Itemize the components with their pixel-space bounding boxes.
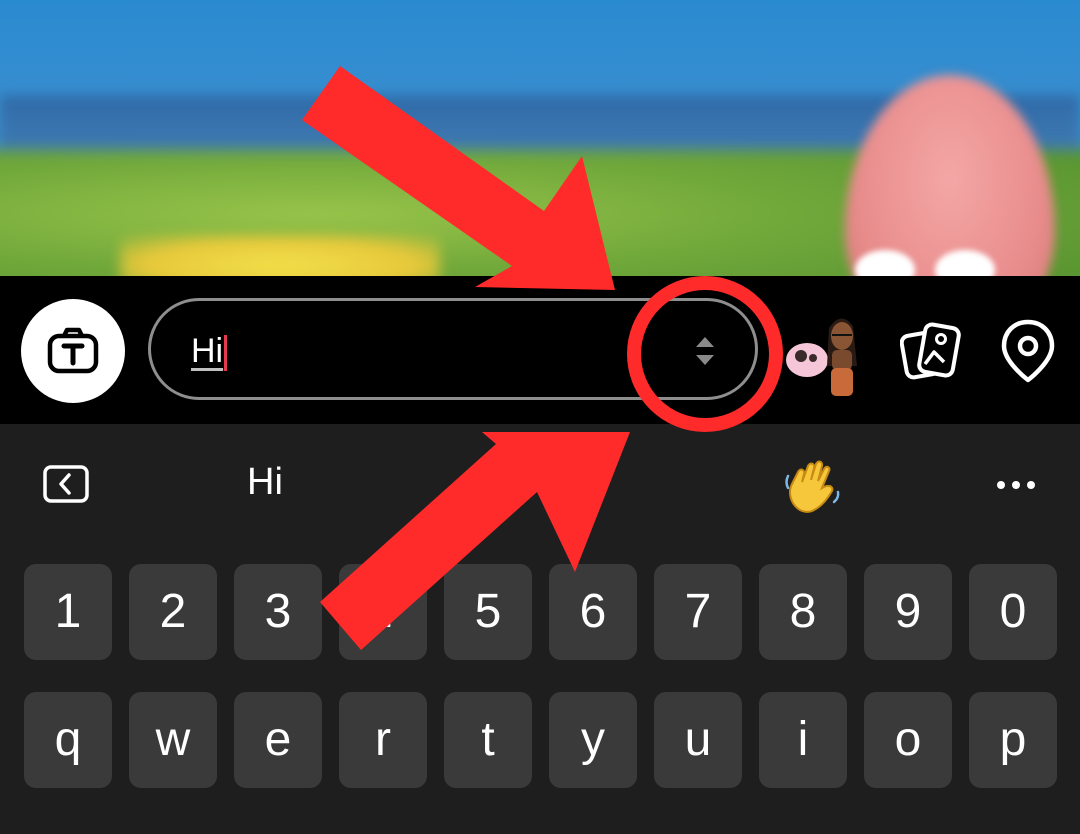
suggestion-bar: Hi I xyxy=(0,424,1080,542)
more-dots-icon[interactable] xyxy=(996,480,1036,490)
key-6[interactable]: 6 xyxy=(549,564,637,660)
chevron-left-box-icon[interactable] xyxy=(42,464,90,504)
waving-hand-emoji[interactable] xyxy=(784,458,842,516)
camera-text-icon xyxy=(47,327,99,374)
bitmoji-avatar[interactable] xyxy=(785,308,867,398)
key-5[interactable]: 5 xyxy=(444,564,532,660)
suggestion-word-1[interactable]: Hi xyxy=(247,460,283,504)
key-9[interactable]: 9 xyxy=(864,564,952,660)
key-7[interactable]: 7 xyxy=(654,564,742,660)
key-t[interactable]: t xyxy=(444,692,532,788)
memories-stack-icon[interactable] xyxy=(900,320,962,382)
expand-arrows-icon[interactable] xyxy=(693,334,717,368)
key-i[interactable]: i xyxy=(759,692,847,788)
key-3[interactable]: 3 xyxy=(234,564,322,660)
key-o[interactable]: o xyxy=(864,692,952,788)
key-8[interactable]: 8 xyxy=(759,564,847,660)
keyboard: 1 2 3 4 5 6 7 8 9 0 q w e r t y u i o p xyxy=(0,542,1080,834)
key-y[interactable]: y xyxy=(549,692,637,788)
key-u[interactable]: u xyxy=(654,692,742,788)
background-image xyxy=(0,0,1080,276)
key-0[interactable]: 0 xyxy=(969,564,1057,660)
key-1[interactable]: 1 xyxy=(24,564,112,660)
key-w[interactable]: w xyxy=(129,692,217,788)
key-4[interactable]: 4 xyxy=(339,564,427,660)
screen: Hi Hi I 1 2 3 4 5 6 7 8 9 0 q w e r t y … xyxy=(0,0,1080,834)
key-e[interactable]: e xyxy=(234,692,322,788)
key-p[interactable]: p xyxy=(969,692,1057,788)
chat-input-bar: Hi xyxy=(0,276,1080,424)
key-q[interactable]: q xyxy=(24,692,112,788)
suggestion-word-2[interactable]: I xyxy=(500,460,511,504)
text-cursor xyxy=(224,335,228,372)
camera-button[interactable] xyxy=(21,299,125,403)
key-2[interactable]: 2 xyxy=(129,564,217,660)
message-input-text: Hi xyxy=(191,331,228,372)
location-pin-icon[interactable] xyxy=(998,318,1058,384)
key-r[interactable]: r xyxy=(339,692,427,788)
message-input[interactable]: Hi xyxy=(148,298,758,400)
